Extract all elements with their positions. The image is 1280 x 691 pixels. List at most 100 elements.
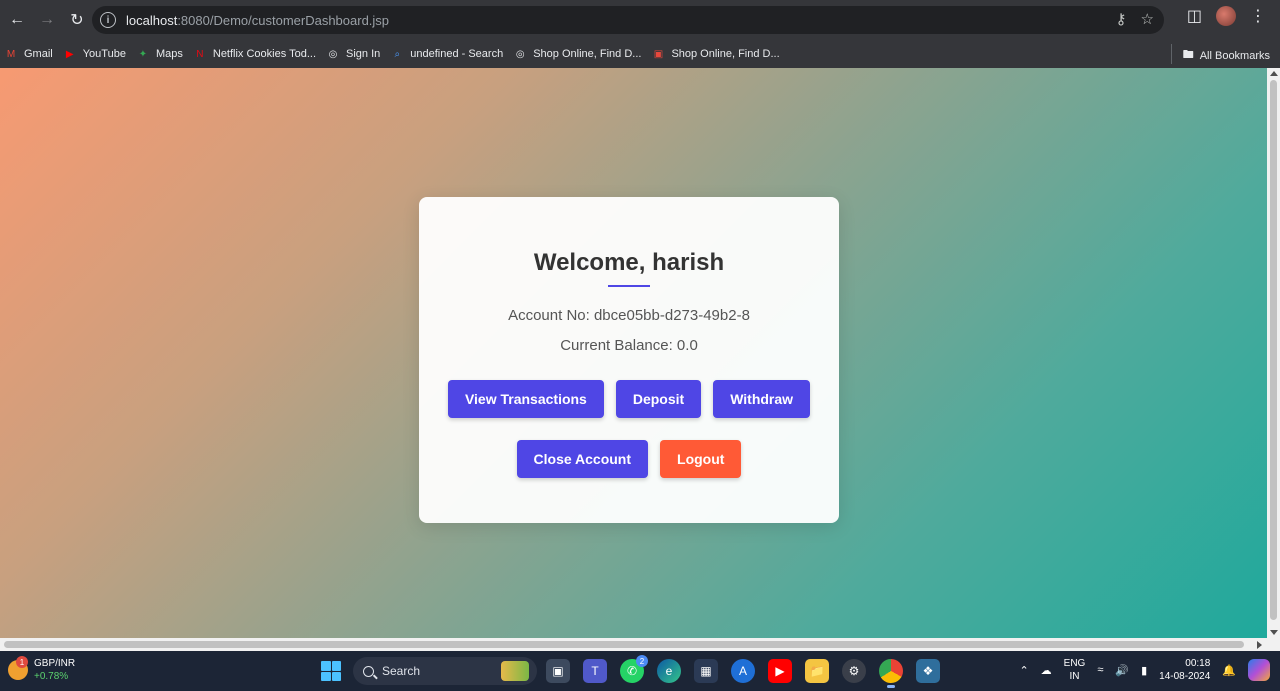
- site-info-icon[interactable]: i: [100, 12, 116, 28]
- settings-gear-icon[interactable]: ⚙: [842, 659, 866, 683]
- teams-icon[interactable]: T: [583, 659, 607, 683]
- action-row-secondary: Close Account Logout: [419, 440, 839, 478]
- edge-icon[interactable]: e: [657, 659, 681, 683]
- language-region: IN: [1069, 671, 1080, 682]
- whatsapp-icon[interactable]: ✆ 2: [620, 655, 648, 683]
- search-icon: ⌕: [394, 48, 401, 60]
- widget-change: +0.78%: [34, 671, 69, 682]
- copilot-icon[interactable]: [1248, 659, 1270, 681]
- bookmark-label: Shop Online, Find D...: [671, 48, 780, 60]
- bookmark-item[interactable]: ▣ Shop Online, Find D...: [651, 47, 787, 61]
- close-account-button[interactable]: Close Account: [516, 440, 649, 478]
- bookmark-label: Shop Online, Find D...: [533, 48, 642, 60]
- all-bookmarks-button[interactable]: 🖿 All Bookmarks: [1183, 46, 1270, 65]
- taskbar-search[interactable]: Search: [353, 657, 537, 685]
- search-icon: [363, 665, 374, 677]
- youtube-app-icon[interactable]: ▶: [768, 659, 792, 683]
- search-highlight-image: [501, 661, 529, 681]
- back-arrow-icon[interactable]: ←: [2, 5, 32, 35]
- menu-kebab-icon[interactable]: ⋮: [1250, 6, 1266, 26]
- globe-icon: ◎: [328, 48, 338, 60]
- account-number: Account No: dbce05bb-d273-49b2-8: [508, 307, 750, 324]
- url-path: :8080/Demo/customerDashboard.jsp: [177, 12, 390, 28]
- bookmark-item[interactable]: ◎ Sign In: [326, 47, 388, 61]
- address-bar[interactable]: i localhost :8080/Demo/customerDashboard…: [92, 6, 1164, 34]
- vscode-like-icon[interactable]: ❖: [916, 659, 940, 683]
- deposit-button[interactable]: Deposit: [615, 380, 702, 418]
- whatsapp-badge: 2: [636, 655, 648, 667]
- bookmark-item[interactable]: ⌕ undefined - Search: [390, 47, 511, 61]
- wifi-icon[interactable]: ≈: [1097, 664, 1103, 676]
- bookmark-item[interactable]: N Netflix Cookies Tod...: [193, 47, 324, 61]
- shop-icon: ▣: [653, 48, 664, 60]
- clock-time: 00:18: [1185, 658, 1211, 669]
- extensions-icon[interactable]: ◫: [1187, 6, 1202, 26]
- browser-toolbar: ← → ↻ i localhost :8080/Demo/customerDas…: [0, 0, 1280, 40]
- store-icon[interactable]: ▦: [694, 659, 718, 683]
- url-host: localhost: [126, 12, 178, 28]
- bookmark-label: undefined - Search: [410, 48, 504, 60]
- widget-title: GBP/INR: [34, 658, 76, 669]
- volume-icon[interactable]: 🔊: [1115, 664, 1129, 677]
- taskbar-search-label: Search: [382, 664, 421, 678]
- heading-underline: [608, 285, 650, 287]
- language-code: ENG: [1063, 658, 1086, 669]
- welcome-heading: Welcome, harish: [533, 249, 725, 276]
- bookmark-item[interactable]: ◎ Shop Online, Find D...: [513, 47, 649, 61]
- bookmark-label: Maps: [155, 48, 183, 60]
- current-balance: Current Balance: 0.0: [560, 337, 698, 354]
- password-key-icon[interactable]: ⚷: [1116, 10, 1127, 28]
- bookmark-label: YouTube: [82, 48, 126, 60]
- maps-icon: ✦: [138, 48, 148, 60]
- youtube-icon: ▶: [65, 48, 74, 60]
- vertical-scroll-thumb[interactable]: [1270, 80, 1277, 620]
- vertical-scrollbar[interactable]: [1267, 68, 1280, 638]
- language-indicator[interactable]: ENG IN: [1064, 657, 1086, 683]
- scroll-right-arrow-icon[interactable]: [1257, 641, 1262, 649]
- bookmark-label: Netflix Cookies Tod...: [212, 48, 316, 60]
- bookmark-label: Gmail: [24, 48, 53, 60]
- windows-taskbar: 1 GBP/INR +0.78% Search ▣ T ✆ 2 e ▦ A ▶ 📁…: [0, 651, 1280, 691]
- notification-bell-icon[interactable]: 🔔: [1222, 664, 1236, 677]
- action-row-primary: View Transactions Deposit Withdraw: [419, 380, 839, 418]
- globe-icon: ◎: [515, 48, 525, 60]
- horizontal-scroll-thumb[interactable]: [4, 641, 1244, 648]
- profile-avatar[interactable]: [1216, 6, 1236, 26]
- folder-icon: 🖿: [1182, 49, 1194, 61]
- clock[interactable]: 00:18 14-08-2024: [1159, 657, 1210, 683]
- widget-badge: 1: [16, 656, 28, 668]
- bookmark-item[interactable]: M Gmail: [4, 47, 61, 61]
- widget-icon: 1: [8, 656, 28, 680]
- system-tray: ⌃ ☁ ENG IN ≈ 🔊 ▮ 00:18 14-08-2024 🔔: [1019, 657, 1270, 683]
- horizontal-scrollbar[interactable]: [0, 638, 1280, 651]
- clock-date: 14-08-2024: [1159, 671, 1211, 682]
- onedrive-cloud-icon[interactable]: ☁: [1041, 664, 1052, 677]
- netflix-icon: N: [196, 48, 204, 60]
- currency-widget[interactable]: 1 GBP/INR +0.78%: [8, 656, 76, 683]
- bookmark-label: Sign In: [346, 48, 381, 60]
- bookmark-star-icon[interactable]: ☆: [1141, 10, 1154, 28]
- chevron-up-icon[interactable]: ⌃: [1019, 664, 1028, 677]
- logout-button[interactable]: Logout: [660, 440, 742, 478]
- view-transactions-button[interactable]: View Transactions: [447, 380, 604, 418]
- chrome-icon[interactable]: [879, 659, 903, 688]
- bookmarks-separator: [1171, 44, 1172, 64]
- dashboard-card: Welcome, harish Account No: dbce05bb-d27…: [419, 197, 839, 523]
- bookmark-item[interactable]: ✦ Maps: [136, 47, 191, 61]
- page-viewport: Welcome, harish Account No: dbce05bb-d27…: [0, 68, 1267, 638]
- gmail-icon: M: [6, 48, 16, 60]
- withdraw-button[interactable]: Withdraw: [713, 380, 811, 418]
- bookmarks-bar: M Gmail ▶ YouTube ✦ Maps N Netflix Cookies Tod.…: [0, 40, 1280, 68]
- bookmark-item[interactable]: ▶ YouTube: [63, 47, 134, 61]
- windows-start-icon[interactable]: [321, 661, 341, 681]
- task-view-icon[interactable]: ▣: [546, 659, 570, 683]
- app-store-a-icon[interactable]: A: [731, 659, 755, 683]
- file-explorer-icon[interactable]: 📁: [805, 659, 829, 683]
- all-bookmarks-label: All Bookmarks: [1199, 49, 1270, 62]
- scroll-down-arrow-icon[interactable]: [1270, 630, 1278, 635]
- pinned-apps: ▣ T ✆ 2 e ▦ A ▶ 📁 ⚙ ❖: [546, 655, 940, 688]
- scroll-up-arrow-icon[interactable]: [1270, 71, 1278, 76]
- reload-icon[interactable]: ↻: [62, 5, 92, 35]
- battery-icon[interactable]: ▮: [1141, 664, 1147, 677]
- forward-arrow-icon[interactable]: →: [32, 5, 62, 35]
